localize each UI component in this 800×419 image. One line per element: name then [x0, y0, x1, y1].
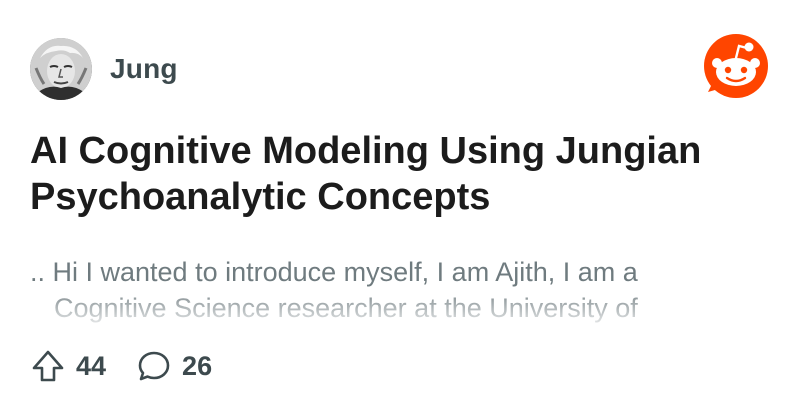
post-excerpt: .. Hi I wanted to introduce myself, I am… — [30, 254, 750, 326]
upvote-count: 44 — [76, 350, 107, 381]
comment-count: 26 — [182, 350, 213, 381]
post-header: Jung — [30, 37, 178, 101]
comments-button[interactable]: 26 — [136, 348, 212, 384]
excerpt-line-2: Cognitive Science researcher at the Univ… — [54, 293, 638, 323]
upvote-arrow-icon — [30, 348, 66, 384]
post-stats: 44 26 — [30, 344, 242, 388]
post-title[interactable]: AI Cognitive Modeling Using Jungian Psyc… — [30, 128, 770, 220]
reddit-logo-icon[interactable] — [700, 30, 772, 102]
upvote-button[interactable]: 44 — [30, 348, 106, 384]
avatar-portrait-icon — [30, 38, 92, 100]
user-avatar[interactable] — [30, 38, 92, 100]
excerpt-line-1: .. Hi I wanted to introduce myself, I am… — [30, 257, 638, 287]
comment-bubble-icon — [136, 348, 172, 384]
username[interactable]: Jung — [110, 53, 178, 85]
